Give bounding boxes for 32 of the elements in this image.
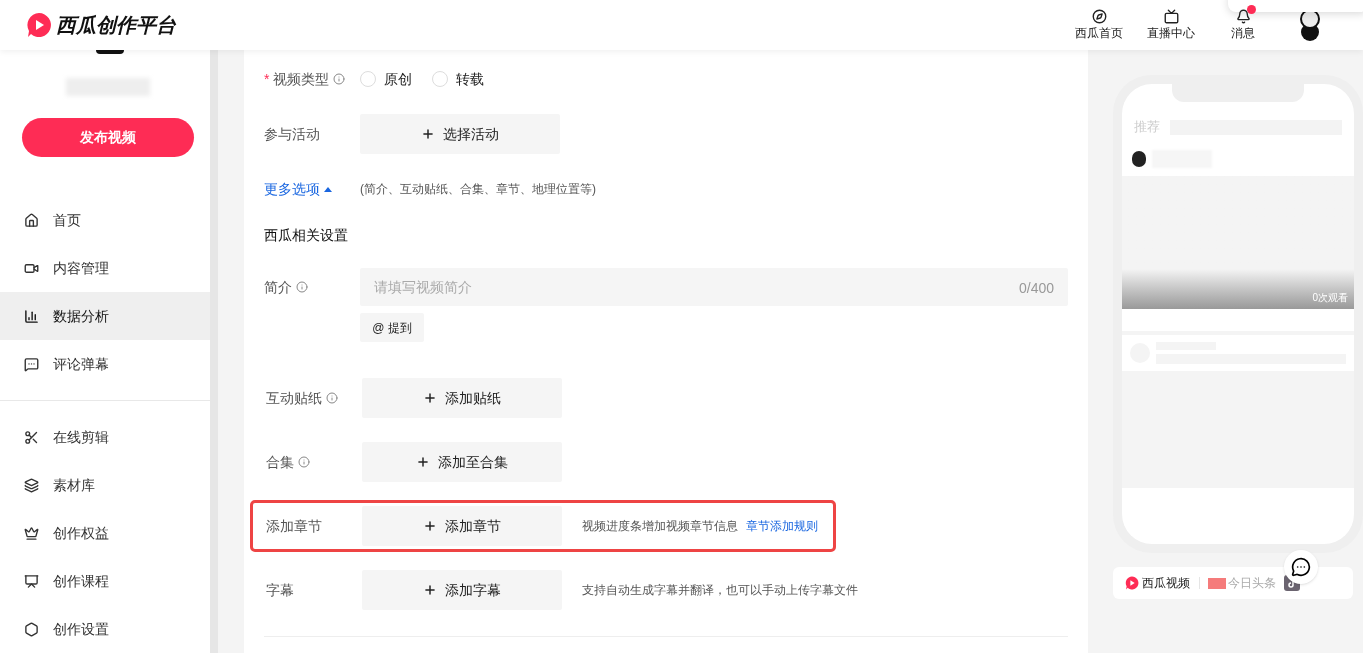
field-label: 添加章节: [266, 516, 322, 536]
header-nav-link[interactable]: 西瓜首页: [1063, 8, 1135, 42]
platform-name: 今日头条: [1228, 575, 1276, 592]
more-options-toggle[interactable]: 更多选项: [264, 178, 360, 200]
add-button[interactable]: 添加章节: [362, 506, 562, 546]
required-mark: *: [264, 69, 270, 89]
field-label: 互动贴纸: [266, 388, 322, 408]
field-label: 合集: [266, 452, 294, 472]
field-label: 简介: [264, 277, 292, 297]
hint-text: 视频进度条增加视频章节信息: [582, 518, 738, 535]
add-button[interactable]: 添加至合集: [362, 442, 562, 482]
radio-option[interactable]: 转载: [432, 68, 484, 90]
radio-option[interactable]: 原创: [360, 68, 412, 90]
select-activity-button[interactable]: 选择活动: [360, 114, 560, 154]
char-counter: 0/400: [1018, 279, 1054, 298]
options-hint: (简介、互动贴纸、合集、章节、地理位置等): [360, 181, 596, 198]
field-label: 视频类型: [273, 69, 330, 89]
rules-link[interactable]: 章节添加规则: [746, 517, 818, 535]
section-title: 西瓜相关设置: [264, 225, 348, 245]
field-label: 参与活动: [264, 124, 321, 144]
publish-video-button[interactable]: 发布视频: [22, 117, 194, 157]
sidebar-item[interactable]: 数据分析: [0, 292, 210, 340]
add-button[interactable]: 添加贴纸: [362, 378, 562, 418]
logo-text: 西瓜创作平台: [56, 13, 176, 38]
header-nav-link[interactable]: 消息: [1207, 8, 1279, 42]
view-count: 0次观看: [1312, 291, 1348, 305]
hint-text: 支持自动生成字幕并翻译，也可以手动上传字幕文件: [582, 582, 858, 599]
add-button[interactable]: 添加字幕: [362, 570, 562, 610]
platform-name: 西瓜视频: [1142, 575, 1190, 592]
mention-button[interactable]: @ 提到: [360, 313, 424, 342]
header-nav-link[interactable]: 直播中心: [1135, 8, 1207, 42]
field-label: 字幕: [266, 580, 294, 600]
